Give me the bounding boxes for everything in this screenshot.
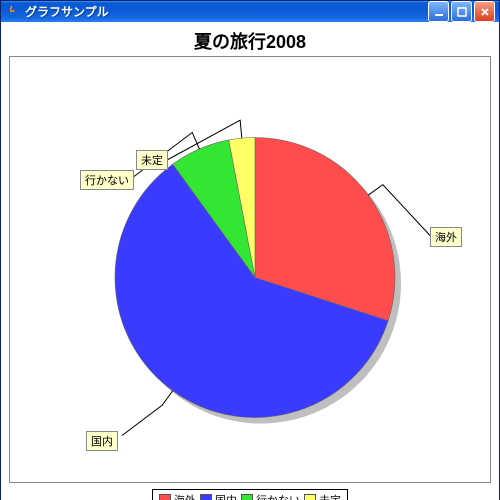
java-icon <box>5 4 21 20</box>
slice-label: 行かない <box>80 170 134 190</box>
content-area: 夏の旅行2008 海外国内行かない未定 海外国内行かない未定 <box>1 22 499 500</box>
legend-item: 未定 <box>304 492 341 500</box>
window-buttons <box>428 1 495 22</box>
legend-item: 行かない <box>241 492 300 500</box>
legend-label: 国内 <box>215 492 237 500</box>
legend-label: 行かない <box>256 492 300 500</box>
legend-swatch <box>241 494 253 500</box>
legend: 海外 国内 行かない 未定 <box>152 489 348 500</box>
titlebar: グラフサンプル <box>1 1 499 22</box>
minimize-button[interactable] <box>428 1 449 22</box>
legend-swatch <box>200 494 212 500</box>
window-title: グラフサンプル <box>25 3 428 20</box>
chart-title: 夏の旅行2008 <box>1 28 499 54</box>
maximize-button[interactable] <box>451 1 472 22</box>
legend-swatch <box>159 494 171 500</box>
legend-swatch <box>304 494 316 500</box>
pie-svg <box>10 57 490 482</box>
legend-label: 未定 <box>319 492 341 500</box>
close-button[interactable] <box>474 1 495 22</box>
app-window: グラフサンプル 夏の旅行2008 海外国内行かない未定 海外国内行かない未定 <box>0 0 500 500</box>
slice-label: 海外 <box>430 227 462 247</box>
chart-plot: 海外国内 行かない未定 <box>9 56 491 483</box>
slice-label: 国内 <box>86 431 118 451</box>
slice-label: 未定 <box>136 150 168 170</box>
legend-item: 海外 <box>159 492 196 500</box>
legend-item: 国内 <box>200 492 237 500</box>
legend-label: 海外 <box>174 492 196 500</box>
